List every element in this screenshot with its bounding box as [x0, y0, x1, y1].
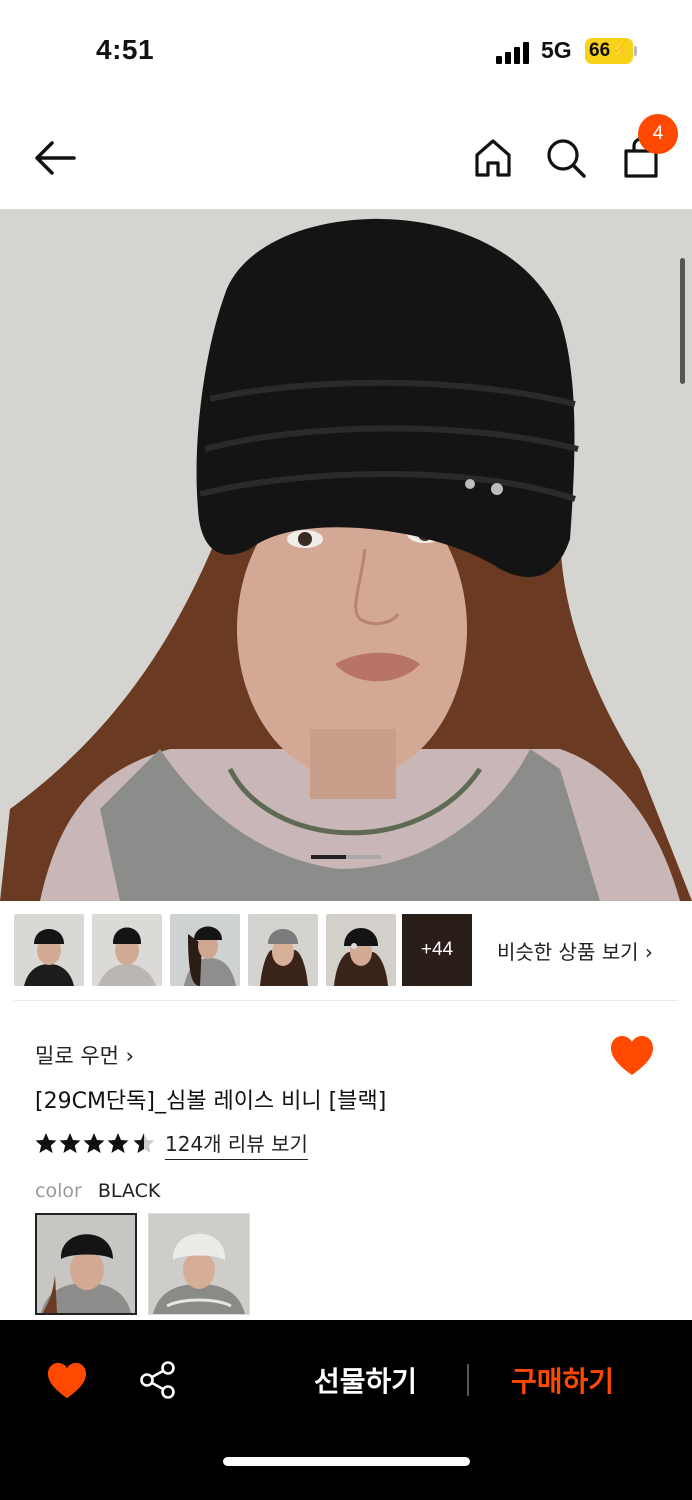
color-value: BLACK	[97, 1180, 161, 1202]
review-link[interactable]: 124개 리뷰 보기	[165, 1128, 308, 1160]
star-icon	[35, 1133, 57, 1153]
product-hero-image[interactable]	[0, 209, 692, 901]
cart-count-badge: 4	[638, 114, 678, 154]
battery-tip	[634, 46, 637, 56]
network-type: 5G	[541, 37, 572, 63]
signal-icon	[496, 42, 532, 64]
home-indicator[interactable]	[223, 1457, 470, 1466]
star-icon	[59, 1133, 81, 1153]
carousel-dot	[346, 855, 381, 859]
wishlist-heart-icon[interactable]	[610, 1035, 654, 1077]
home-icon[interactable]	[470, 134, 516, 182]
more-photos-button[interactable]: +44	[402, 914, 472, 986]
product-name: [29CM단독]_심볼 레이스 비니 [블랙]	[35, 1089, 387, 1114]
color-swatch-black[interactable]	[35, 1213, 137, 1315]
divider	[14, 1000, 678, 1001]
top-nav	[0, 110, 692, 206]
color-label: color	[35, 1180, 82, 1202]
battery-level: 66	[589, 40, 611, 61]
thumbnail-image[interactable]	[14, 914, 84, 986]
brand-link[interactable]: 밀로 우먼 ›	[35, 1040, 134, 1070]
thumbnail-image[interactable]	[248, 914, 318, 986]
scroll-indicator[interactable]	[680, 258, 685, 384]
gift-button[interactable]: 선물하기	[314, 1360, 417, 1400]
model-wearing-beanie-illustration	[0, 209, 692, 901]
share-icon[interactable]	[138, 1360, 178, 1400]
carousel-pagination	[311, 855, 381, 859]
back-arrow-icon[interactable]	[30, 134, 82, 182]
buy-button[interactable]: 구매하기	[511, 1360, 614, 1400]
color-row: color BLACK	[35, 1180, 160, 1202]
thumbnail-image[interactable]	[170, 914, 240, 986]
battery-icon: 66 ⚡	[585, 38, 633, 64]
status-time: 4:51	[96, 34, 155, 65]
star-icon	[83, 1133, 105, 1153]
thumbnail-image[interactable]	[92, 914, 162, 986]
bottom-action-bar: 선물하기 구매하기	[0, 1320, 692, 1500]
wishlist-heart-icon[interactable]	[46, 1362, 88, 1400]
similar-products-link[interactable]: 비슷한 상품 보기 ›	[497, 936, 653, 965]
thumbnail-image[interactable]	[326, 914, 396, 986]
charging-bolt-icon: ⚡	[610, 42, 630, 59]
star-icon	[107, 1133, 129, 1153]
more-photos-count: +44	[420, 939, 454, 960]
carousel-dot-active	[311, 855, 346, 859]
thumbnail-strip: +44	[14, 914, 484, 986]
color-swatch-white[interactable]	[148, 1213, 250, 1315]
search-icon[interactable]	[542, 134, 590, 182]
status-bar: 4:51 5G 66 ⚡	[0, 0, 692, 100]
divider	[467, 1364, 469, 1396]
star-rating	[35, 1130, 159, 1156]
half-star-icon	[133, 1133, 155, 1153]
